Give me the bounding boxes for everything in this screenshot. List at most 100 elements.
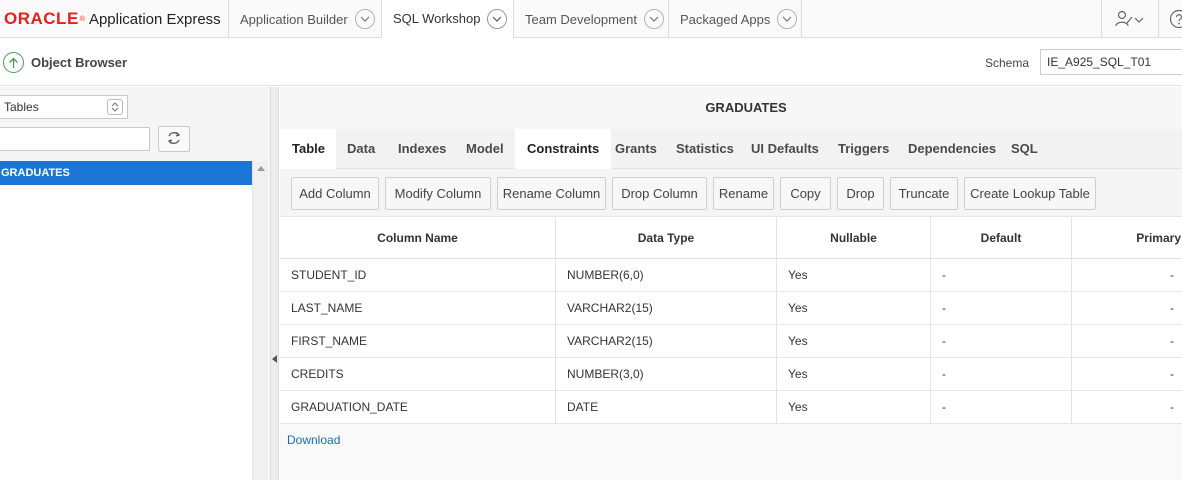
- cell-nullable: Yes: [777, 259, 931, 292]
- object-list-item-graduates[interactable]: GRADUATES: [0, 161, 252, 185]
- nav-tab-team-development[interactable]: Team Development: [513, 0, 668, 38]
- object-tabs: Table Data Indexes Model Constraints Gra…: [280, 129, 1182, 170]
- tab-data[interactable]: Data: [335, 129, 387, 169]
- copy-button[interactable]: Copy: [780, 177, 831, 210]
- tab-indexes[interactable]: Indexes: [386, 129, 458, 169]
- nav-tab-label: Application Builder: [240, 11, 348, 27]
- object-name-heading: GRADUATES: [280, 87, 1182, 129]
- top-navigation-bar: ORACLE ® Application Express Application…: [0, 0, 1182, 38]
- cell-column-name: STUDENT_ID: [280, 259, 556, 292]
- download-link[interactable]: Download: [287, 433, 340, 447]
- cell-nullable: Yes: [777, 391, 931, 424]
- cell-nullable: Yes: [777, 292, 931, 325]
- drop-column-button[interactable]: Drop Column: [612, 177, 707, 210]
- tab-triggers[interactable]: Triggers: [826, 129, 901, 169]
- help-icon[interactable]: [1169, 9, 1182, 32]
- tab-sql[interactable]: SQL: [999, 129, 1050, 169]
- oracle-apex-logo[interactable]: ORACLE ® Application Express: [4, 9, 221, 29]
- tab-constraints[interactable]: Constraints: [515, 129, 612, 169]
- cell-default: -: [931, 325, 1072, 358]
- tab-dependencies[interactable]: Dependencies: [896, 129, 1008, 169]
- user-settings-menu[interactable]: [1101, 0, 1158, 38]
- object-type-select[interactable]: Tables: [0, 95, 128, 119]
- cell-default: -: [931, 292, 1072, 325]
- cell-data-type: DATE: [556, 391, 777, 424]
- cell-default: -: [931, 259, 1072, 292]
- rename-column-button[interactable]: Rename Column: [497, 177, 606, 210]
- nav-tab-label: Packaged Apps: [680, 11, 771, 27]
- collapse-left-arrow-icon[interactable]: [272, 355, 277, 363]
- logo-registered-mark: ®: [79, 15, 85, 23]
- cell-primary: -: [1170, 400, 1174, 414]
- column-header-data-type[interactable]: Data Type: [556, 217, 777, 259]
- schema-select[interactable]: IE_A925_SQL_T01: [1040, 49, 1182, 75]
- cell-nullable: Yes: [777, 325, 931, 358]
- cell-data-type: NUMBER(3,0): [556, 358, 777, 391]
- cell-nullable: Yes: [777, 358, 931, 391]
- cell-column-name: LAST_NAME: [280, 292, 556, 325]
- logo-product-name: Application Express: [88, 10, 221, 28]
- tab-grants[interactable]: Grants: [603, 129, 669, 169]
- table-row: GRADUATION_DATE DATE Yes - -: [280, 391, 1182, 424]
- truncate-button[interactable]: Truncate: [890, 177, 958, 210]
- nav-tab-label: Team Development: [525, 11, 637, 27]
- chevron-down-icon[interactable]: [644, 9, 664, 29]
- cell-primary: -: [1170, 301, 1174, 315]
- table-row: LAST_NAME VARCHAR2(15) Yes - -: [280, 292, 1182, 325]
- object-type-value: Tables: [4, 100, 39, 114]
- cell-primary: -: [1170, 268, 1174, 282]
- stepper-icon[interactable]: [107, 99, 123, 115]
- nav-tab-sql-workshop[interactable]: SQL Workshop: [381, 0, 513, 38]
- create-lookup-table-button[interactable]: Create Lookup Table: [964, 177, 1096, 210]
- object-filter-input[interactable]: [0, 127, 150, 151]
- scroll-up-arrow-icon[interactable]: [257, 166, 265, 171]
- nav-tab-application-builder[interactable]: Application Builder: [228, 0, 381, 38]
- cell-column-name: FIRST_NAME: [280, 325, 556, 358]
- object-tree-panel: Tables GRADUATES: [0, 87, 271, 480]
- user-settings-icon[interactable]: [1115, 10, 1145, 31]
- table-footer: Download: [280, 424, 1182, 480]
- nav-tab-packaged-apps[interactable]: Packaged Apps: [668, 0, 802, 38]
- table-row: STUDENT_ID NUMBER(6,0) Yes - -: [280, 259, 1182, 292]
- tab-ui-defaults[interactable]: UI Defaults: [739, 129, 831, 169]
- tab-statistics[interactable]: Statistics: [664, 129, 746, 169]
- panel-splitter[interactable]: [271, 87, 279, 480]
- chevron-down-icon[interactable]: [487, 8, 508, 29]
- refresh-button[interactable]: [158, 126, 190, 152]
- table-header-row: Column Name Data Type Nullable Default P…: [280, 217, 1182, 259]
- object-detail-panel: GRADUATES Table Data Indexes Model Const…: [280, 87, 1182, 480]
- help-menu[interactable]: [1158, 0, 1182, 38]
- object-list: GRADUATES: [0, 161, 252, 480]
- column-actions-toolbar: Add Column Modify Column Rename Column D…: [280, 169, 1182, 217]
- chevron-down-icon[interactable]: [777, 9, 798, 29]
- column-header-column-name[interactable]: Column Name: [280, 217, 556, 259]
- drop-button[interactable]: Drop: [837, 177, 884, 210]
- logo-oracle-text: ORACLE: [4, 9, 79, 28]
- cell-data-type: VARCHAR2(15): [556, 292, 777, 325]
- up-arrow-icon[interactable]: [3, 52, 24, 73]
- table-row: FIRST_NAME VARCHAR2(15) Yes - -: [280, 325, 1182, 358]
- cell-primary: -: [1170, 334, 1174, 348]
- tab-table[interactable]: Table: [280, 129, 336, 170]
- page-header: Object Browser Schema IE_A925_SQL_T01: [0, 38, 1182, 86]
- cell-column-name: GRADUATION_DATE: [280, 391, 556, 424]
- nav-tab-label: SQL Workshop: [393, 11, 481, 26]
- cell-default: -: [931, 391, 1072, 424]
- object-list-scrollbar[interactable]: [252, 161, 268, 480]
- chevron-down-icon[interactable]: [354, 9, 375, 29]
- refresh-icon: [166, 130, 182, 149]
- column-header-default[interactable]: Default: [931, 217, 1072, 259]
- column-header-primary[interactable]: Primary: [1072, 217, 1182, 259]
- cell-primary: -: [1170, 367, 1174, 381]
- modify-column-button[interactable]: Modify Column: [385, 177, 491, 210]
- cell-default: -: [931, 358, 1072, 391]
- cell-data-type: VARCHAR2(15): [556, 325, 777, 358]
- rename-button[interactable]: Rename: [713, 177, 774, 210]
- tab-model[interactable]: Model: [454, 129, 516, 169]
- add-column-button[interactable]: Add Column: [291, 177, 379, 210]
- cell-column-name: CREDITS: [280, 358, 556, 391]
- schema-label: Schema: [985, 56, 1030, 70]
- table-row: CREDITS NUMBER(3,0) Yes - -: [280, 358, 1182, 391]
- column-header-nullable[interactable]: Nullable: [777, 217, 931, 259]
- cell-data-type: NUMBER(6,0): [556, 259, 777, 292]
